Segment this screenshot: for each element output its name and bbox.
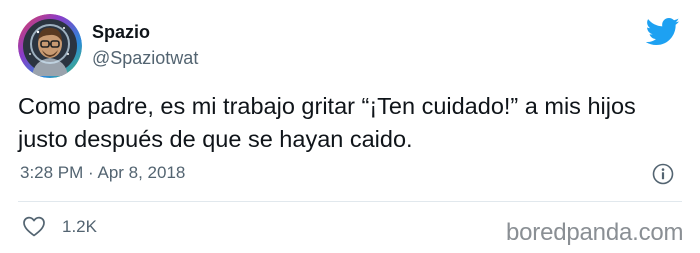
handle[interactable]: @Spaziotwat xyxy=(92,48,198,68)
avatar[interactable] xyxy=(18,14,82,78)
divider xyxy=(18,201,682,202)
avatar-illustration xyxy=(18,14,82,78)
tweet-text: Como padre, es mi trabajo gritar “¡Ten c… xyxy=(18,93,636,152)
display-name[interactable]: Spazio xyxy=(92,22,150,42)
like-count: 1.2K xyxy=(62,217,97,236)
heart-icon[interactable] xyxy=(22,215,46,237)
watermark: boredpanda.com xyxy=(506,219,684,246)
info-icon[interactable] xyxy=(652,163,674,185)
tweet-timestamp[interactable]: 3:28 PM · Apr 8, 2018 xyxy=(20,163,185,183)
twitter-bird-icon[interactable] xyxy=(645,17,680,47)
